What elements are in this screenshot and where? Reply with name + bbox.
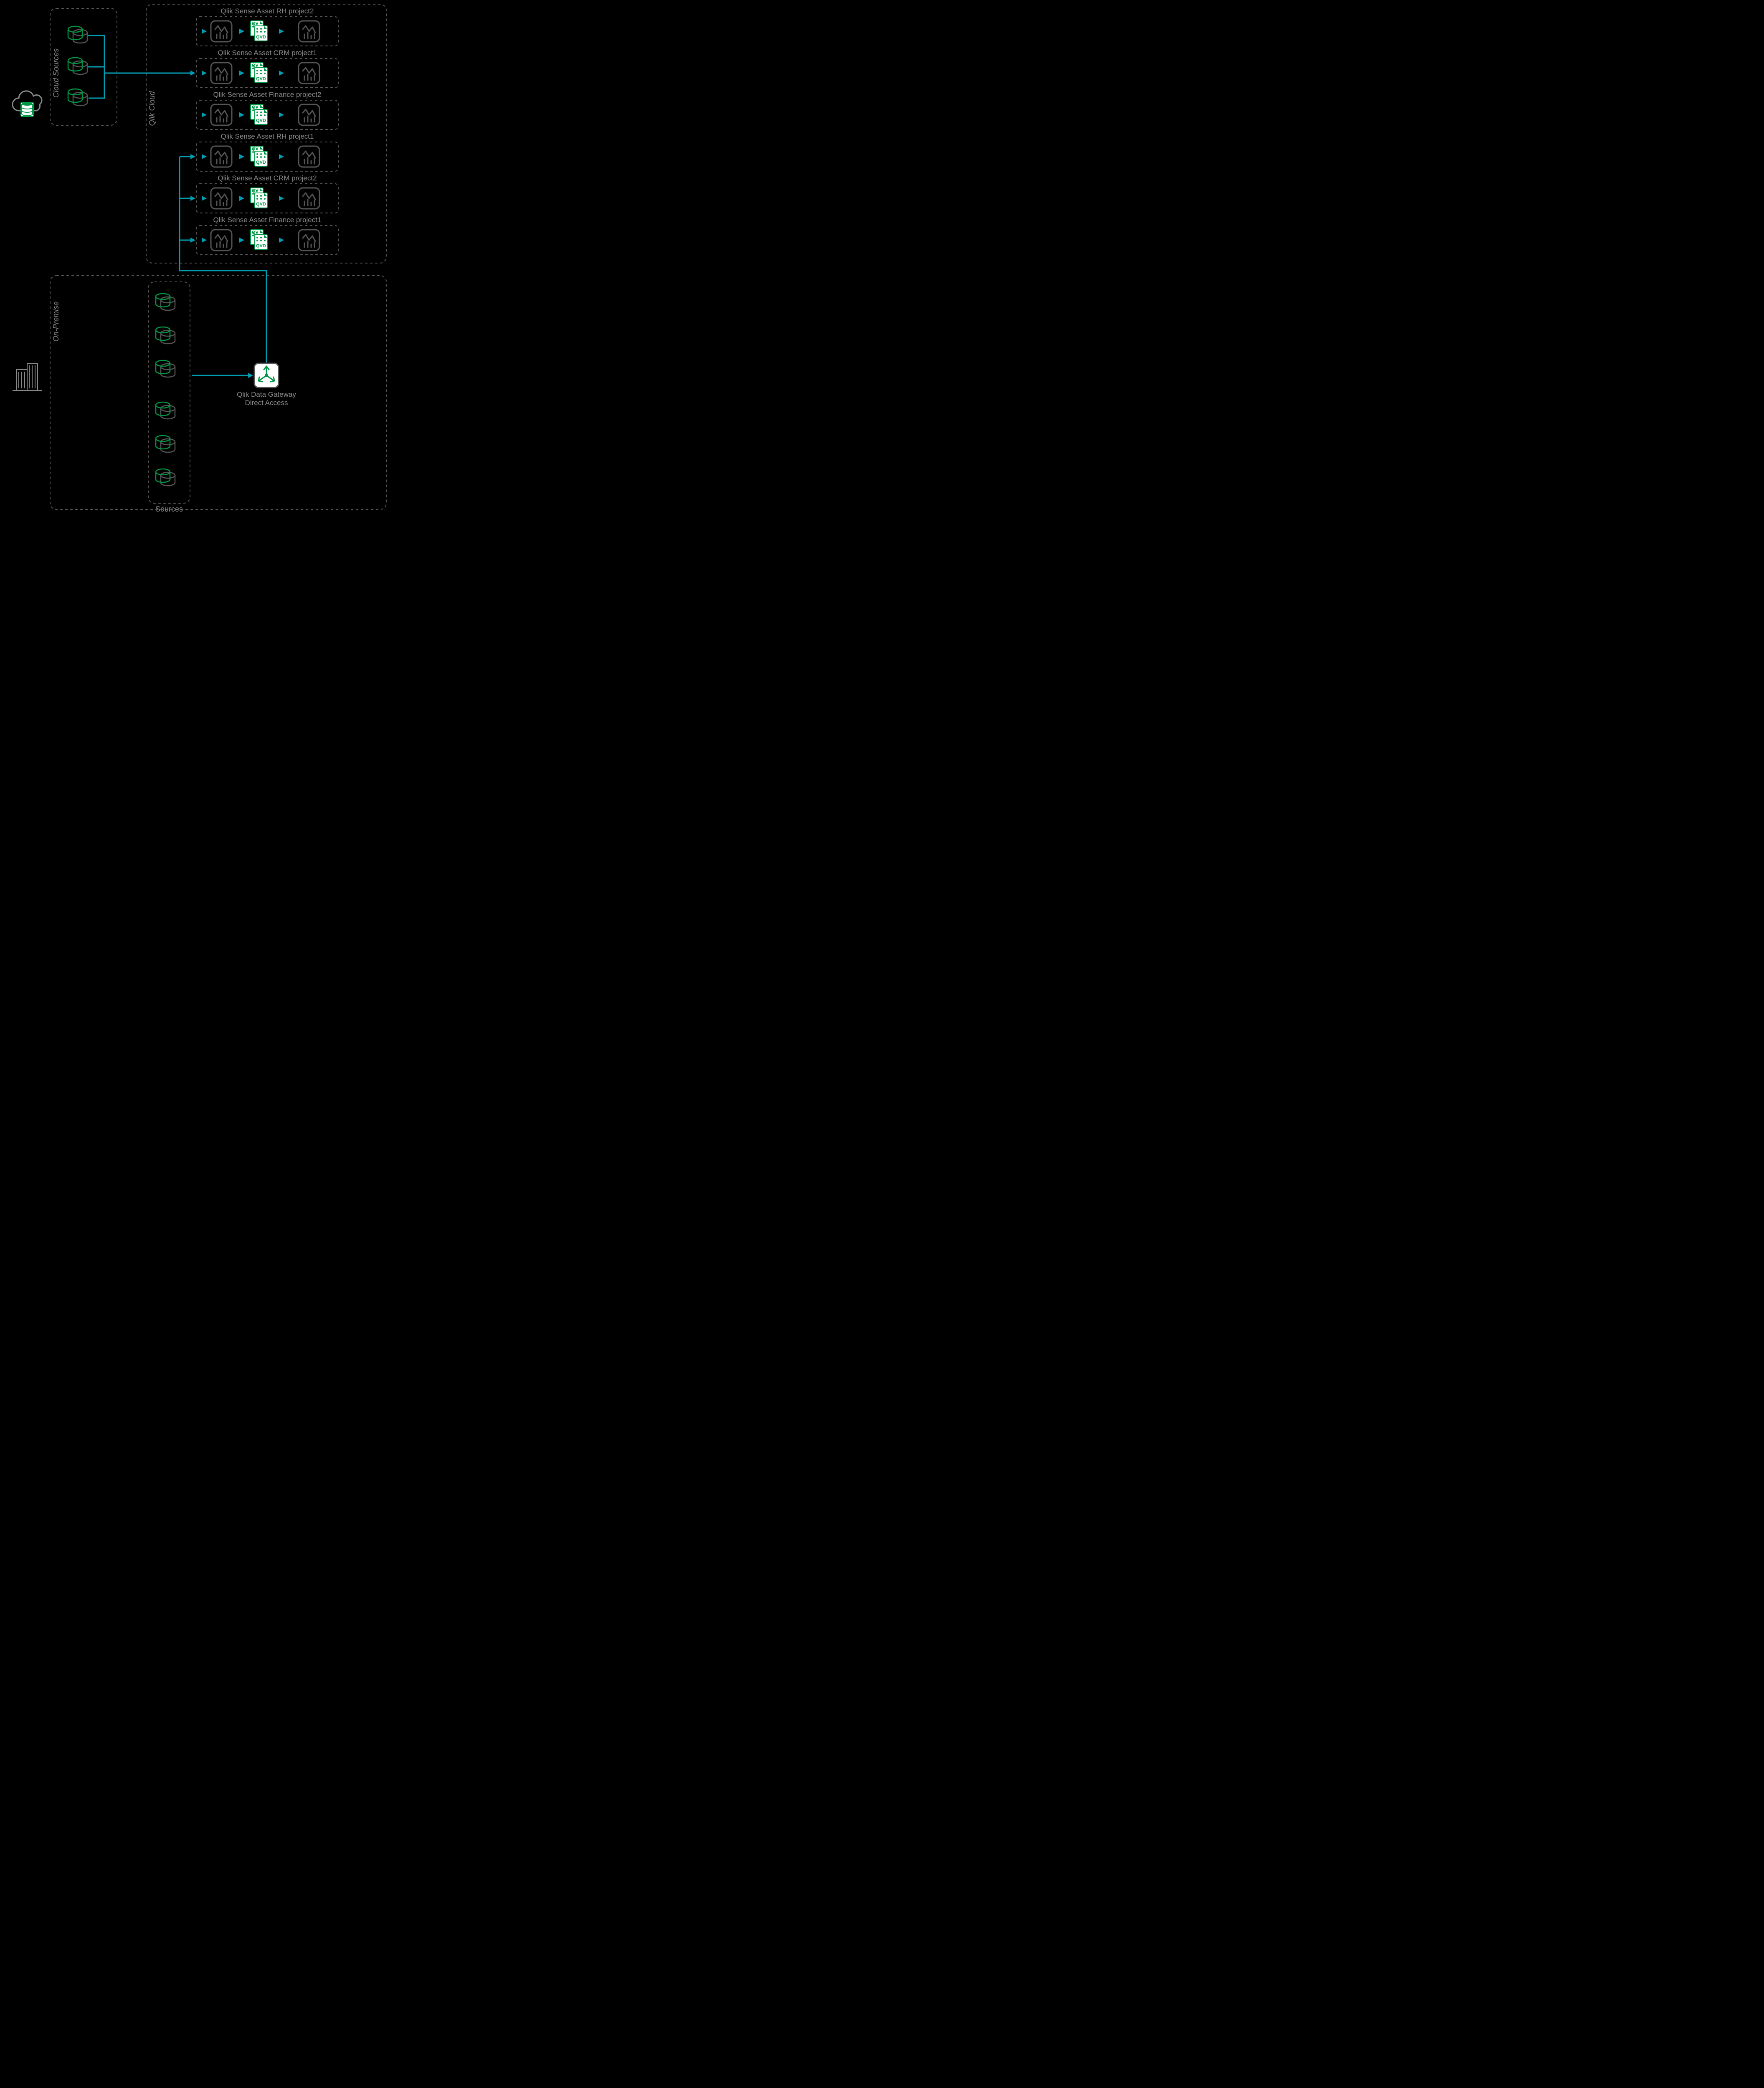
asset-2: Qlik Sense Asset Finance project2 [196, 91, 338, 129]
database-icon [156, 360, 175, 377]
database-icon [68, 89, 87, 106]
database-icon [156, 327, 175, 344]
cloud-sources-label: Cloud Sources [52, 48, 60, 98]
gateway-label-1: Qlik Data Gateway [237, 390, 296, 398]
database-icon [68, 58, 87, 74]
asset-0: Qlik Sense Asset RH project2 [196, 7, 338, 46]
svg-text:Qlik Sense Asset Finance proje: Qlik Sense Asset Finance project2 [213, 91, 322, 99]
svg-text:Qlik Sense Asset RH project1: Qlik Sense Asset RH project1 [221, 132, 314, 140]
svg-text:Qlik Sense Asset Finance proje: Qlik Sense Asset Finance project1 [213, 216, 322, 224]
asset-4: Qlik Sense Asset CRM project2 [196, 174, 338, 213]
database-icon [156, 294, 175, 310]
qlik-cloud-label: Qlik Cloud [148, 91, 156, 126]
svg-text:Qlik Sense Asset CRM project1: Qlik Sense Asset CRM project1 [218, 49, 317, 57]
connector-cloud [88, 35, 195, 98]
on-premise-box [50, 276, 386, 509]
database-icon [156, 436, 175, 452]
on-premise-label: On-Premise [52, 302, 60, 342]
asset-3: Qlik Sense Asset RH project1 [196, 132, 338, 171]
gateway-label-2: Direct Access [245, 399, 288, 407]
svg-text:Qlik Sense Asset RH project2: Qlik Sense Asset RH project2 [221, 7, 314, 15]
gateway-icon [254, 363, 279, 388]
building-icon [13, 363, 42, 390]
architecture-diagram: QV QVD Cloud Sources Qlik Cloud Qlik Sen… [0, 0, 401, 518]
cloud-icon [13, 91, 42, 117]
sources-label: Sources [155, 505, 183, 513]
svg-text:Qlik Sense Asset CRM project2: Qlik Sense Asset CRM project2 [218, 174, 317, 182]
asset-5: Qlik Sense Asset Finance project1 [196, 216, 338, 255]
database-icon [156, 469, 175, 486]
database-icon [68, 26, 87, 43]
database-icon [156, 402, 175, 419]
connector-gateway-cloud [180, 154, 266, 362]
asset-1: Qlik Sense Asset CRM project1 [196, 49, 338, 88]
